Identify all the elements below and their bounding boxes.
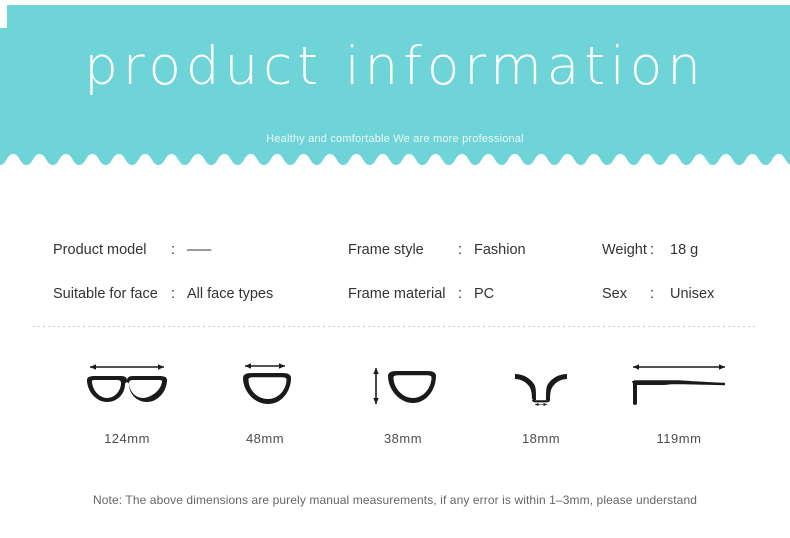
temple-length-icon <box>632 364 725 405</box>
spec-colon: : <box>171 242 176 258</box>
spec-colon: : <box>458 286 463 302</box>
page-subtitle: Healthy and comfortable We are more prof… <box>266 133 524 145</box>
header-banner: product information Healthy and comforta… <box>0 5 790 181</box>
spec-value: ––– <box>187 242 212 258</box>
spec-value: PC <box>474 286 495 302</box>
spec-value: Fashion <box>474 242 526 258</box>
spec-cell-sex: Sex : Unisex <box>602 286 714 302</box>
dimension-label: 38mm <box>383 431 423 446</box>
bridge-width-icon <box>515 374 567 406</box>
spec-colon: : <box>650 242 655 258</box>
measurement-note: Note: The above dimensions are purely ma… <box>92 493 697 507</box>
spec-colon: : <box>650 286 655 302</box>
dimension-item-lens-width: 48mm <box>201 355 329 446</box>
spec-value: All face types <box>187 286 274 302</box>
header-left-notch <box>0 5 7 28</box>
wave-divider-icon <box>0 154 790 181</box>
spec-value: Unisex <box>670 286 715 302</box>
dimension-diagram-row: 124mm 48mm 38mm 18mm 119mm <box>63 355 743 455</box>
spec-cell-weight: Weight : 18 g <box>602 242 698 258</box>
dimension-label: 18mm <box>521 431 561 446</box>
lens-width-icon <box>243 363 291 404</box>
spec-table: Product model : ––– Frame style : Fashio… <box>0 218 790 308</box>
spec-cell-suitable-for-face: Suitable for face : All face types <box>53 286 273 302</box>
spec-row: Product model : ––– Frame style : Fashio… <box>0 236 790 264</box>
dimension-item-lens-height: 38mm <box>339 355 467 446</box>
lens-height-icon <box>373 368 436 404</box>
full-frame-width-icon <box>87 364 167 402</box>
spec-label: Sex <box>602 286 627 302</box>
dimension-figure <box>201 355 329 417</box>
spec-colon: : <box>458 242 463 258</box>
spec-row: Suitable for face : All face types Frame… <box>0 280 790 308</box>
dimension-item-frame-width: 124mm <box>63 355 191 446</box>
spec-label: Product model <box>53 242 147 258</box>
spec-cell-product-model: Product model : ––– <box>53 242 211 258</box>
dimension-figure <box>615 355 743 417</box>
spec-label: Frame style <box>348 242 424 258</box>
dimension-item-temple-length: 119mm <box>615 355 743 446</box>
spec-cell-frame-style: Frame style : Fashion <box>348 242 526 258</box>
dimension-item-bridge-width: 18mm <box>477 355 605 446</box>
spec-cell-frame-material: Frame material : PC <box>348 286 494 302</box>
spec-label: Frame material <box>348 286 446 302</box>
spec-value: 18 g <box>670 242 699 258</box>
dimension-figure <box>63 355 191 417</box>
dimension-label: 48mm <box>245 431 285 446</box>
spec-label: Weight <box>602 242 647 258</box>
dimension-figure <box>339 355 467 417</box>
spec-label: Suitable for face <box>53 286 158 302</box>
dimension-figure <box>477 355 605 417</box>
product-information-page: product information Healthy and comforta… <box>0 0 790 538</box>
dimension-label: 124mm <box>104 431 150 446</box>
dimension-label: 119mm <box>656 431 702 446</box>
spec-colon: : <box>171 286 176 302</box>
page-title: product information <box>84 36 706 97</box>
section-divider <box>33 326 757 327</box>
